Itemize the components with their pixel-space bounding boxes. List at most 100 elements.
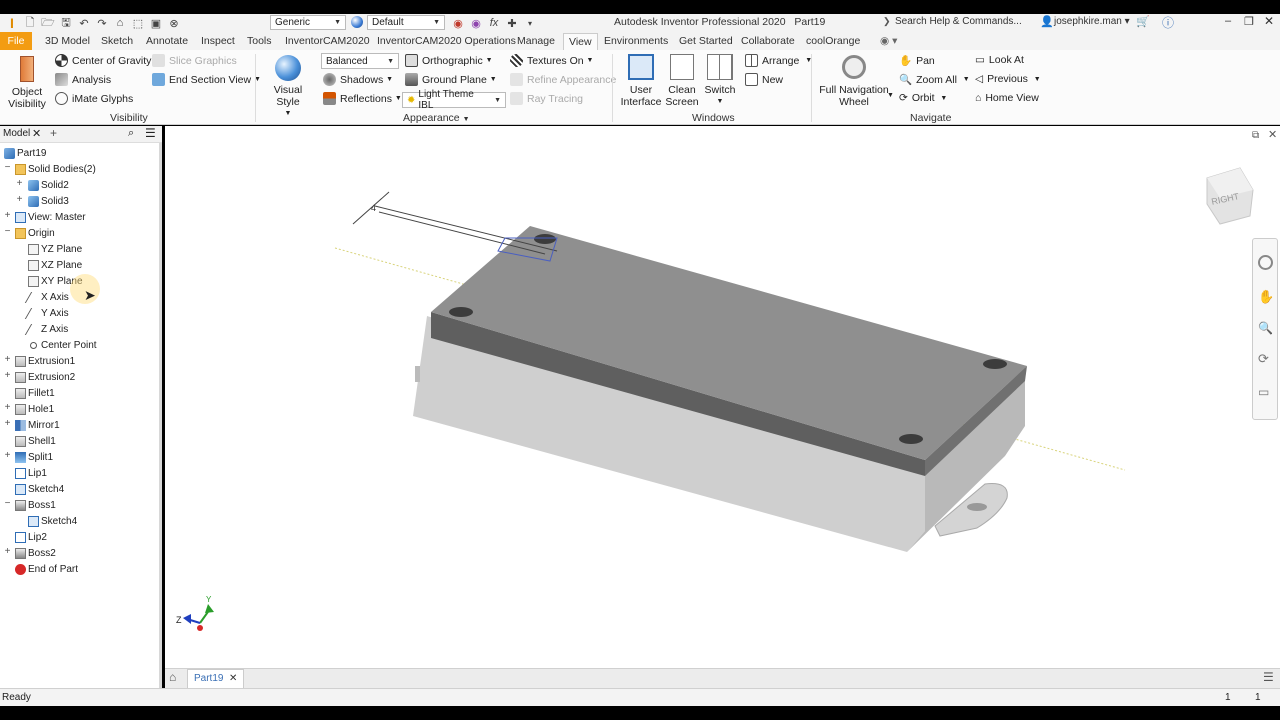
- maximize-viewport-icon[interactable]: ⧉: [1252, 130, 1259, 141]
- arrange-button[interactable]: Arrange ▼: [745, 54, 812, 67]
- clean-screen-button[interactable]: Clean Screen: [664, 54, 700, 108]
- collapse-icon[interactable]: −: [3, 162, 12, 173]
- object-visibility-button[interactable]: Object Visibility: [6, 56, 48, 110]
- ground-plane-button[interactable]: Ground Plane ▼: [405, 73, 497, 86]
- look-at-button[interactable]: ▭ Look At: [975, 54, 1024, 66]
- tab-annotate[interactable]: Annotate: [146, 35, 188, 47]
- model-canvas[interactable]: 4 Y Z RIGHT ⧉ ✕: [165, 126, 1280, 668]
- tab-manage[interactable]: Manage: [517, 35, 555, 47]
- tree-node[interactable]: Solid Bodies(2): [15, 162, 96, 176]
- plus-icon[interactable]: ✚: [504, 16, 520, 30]
- expand-icon[interactable]: +: [3, 354, 12, 365]
- tree-node[interactable]: Solid2: [28, 178, 69, 192]
- customize-icon[interactable]: ▾: [522, 16, 538, 30]
- textures-on-button[interactable]: Textures On ▼: [510, 54, 593, 67]
- tree-node[interactable]: Extrusion1: [15, 354, 75, 368]
- menu-icon[interactable]: ☰: [145, 126, 156, 140]
- zoom-all-button[interactable]: 🔍 Zoom All ▼: [899, 73, 970, 87]
- graphics-viewport[interactable]: 4 Y Z RIGHT ⧉ ✕ ✋ 🔍 ⟳ ▭: [165, 126, 1280, 668]
- expand-icon[interactable]: +: [3, 210, 12, 221]
- expand-icon[interactable]: +: [3, 546, 12, 557]
- tree-node[interactable]: Extrusion2: [15, 370, 75, 384]
- update-icon[interactable]: ▣: [148, 16, 164, 30]
- ribbon-options-icon[interactable]: ◉ ▾: [880, 35, 897, 47]
- tree-node[interactable]: Center Point: [28, 338, 97, 352]
- close-viewport-icon[interactable]: ✕: [1268, 129, 1277, 141]
- search-icon[interactable]: ⌕: [128, 127, 134, 140]
- minimize-icon[interactable]: –: [1225, 15, 1231, 27]
- tree-node[interactable]: Origin: [15, 226, 55, 240]
- user-menu[interactable]: josephkire.man ▾: [1054, 16, 1130, 27]
- tree-node[interactable]: YZ Plane: [28, 242, 82, 256]
- browser-tab-model[interactable]: Model: [3, 128, 30, 139]
- tree-node[interactable]: X Axis: [24, 290, 69, 304]
- search-input[interactable]: Search Help & Commands...: [893, 15, 1035, 30]
- tree-node[interactable]: Part19: [4, 146, 46, 160]
- appearance-panel-title[interactable]: Appearance ▼: [403, 112, 470, 124]
- tree-node[interactable]: Lip2: [15, 530, 47, 544]
- tab-environments[interactable]: Environments: [604, 35, 668, 47]
- help-icon[interactable]: ⓘ: [1162, 14, 1174, 31]
- pan-hand-icon[interactable]: ✋: [1258, 289, 1274, 305]
- tab-part19[interactable]: Part19 ✕: [187, 669, 245, 688]
- expand-icon[interactable]: +: [3, 402, 12, 413]
- clear-override-icon[interactable]: ◉: [468, 16, 484, 30]
- ray-tracing-button[interactable]: Ray Tracing: [510, 92, 583, 105]
- new-icon[interactable]: 🗋: [22, 16, 38, 30]
- tree-node[interactable]: Sketch4: [28, 514, 77, 528]
- viewcube[interactable]: RIGHT: [1206, 167, 1254, 225]
- zoom-icon[interactable]: 🔍: [1258, 321, 1273, 335]
- visual-style-button[interactable]: Visual Style ▼: [262, 55, 314, 120]
- collapse-icon[interactable]: −: [3, 498, 12, 509]
- tree-node[interactable]: Hole1: [15, 402, 54, 416]
- look-at-icon[interactable]: ▭: [1258, 385, 1269, 399]
- lighting-style-combo[interactable]: ✹ Light Theme IBL ▼: [402, 89, 506, 111]
- orthographic-button[interactable]: Orthographic ▼: [405, 54, 493, 67]
- add-tab-icon[interactable]: +: [50, 126, 57, 140]
- previous-view-button[interactable]: ◁ Previous ▼: [975, 73, 1041, 85]
- restore-icon[interactable]: ❐: [1244, 15, 1254, 28]
- redo-icon[interactable]: ↷: [94, 16, 110, 30]
- tree-node[interactable]: Sketch4: [15, 482, 64, 496]
- center-of-gravity-button[interactable]: Center of Gravity: [55, 54, 151, 67]
- home-view-button[interactable]: ⌂ Home View: [975, 92, 1039, 104]
- cart-icon[interactable]: 🛒: [1136, 15, 1150, 28]
- tree-node[interactable]: Lip1: [15, 466, 47, 480]
- steering-wheel-icon[interactable]: [1258, 255, 1273, 270]
- tree-node[interactable]: Fillet1: [15, 386, 55, 400]
- orbit-button[interactable]: ⟳ Orbit ▼: [899, 92, 947, 104]
- tree-node[interactable]: Shell1: [15, 434, 56, 448]
- close-icon[interactable]: ✕: [32, 127, 41, 140]
- collapse-icon[interactable]: −: [3, 226, 12, 237]
- tree-node[interactable]: View: Master: [15, 210, 86, 224]
- tab-inventorcam2020-operations[interactable]: InventorCAM2020 Operations: [377, 35, 516, 47]
- select-icon[interactable]: ⬚: [130, 16, 146, 30]
- tab-view[interactable]: View: [563, 33, 598, 50]
- tree-node[interactable]: Mirror1: [15, 418, 60, 432]
- switch-button[interactable]: Switch ▼: [703, 54, 737, 108]
- end-section-view-button[interactable]: End Section View ▼: [152, 73, 261, 86]
- tab-inspect[interactable]: Inspect: [201, 35, 235, 47]
- tree-node[interactable]: Boss2: [15, 546, 56, 560]
- slice-graphics-button[interactable]: Slice Graphics: [152, 54, 237, 67]
- imate-glyphs-button[interactable]: iMate Glyphs: [55, 92, 133, 105]
- tree-node[interactable]: Z Axis: [24, 322, 68, 336]
- shadows-button[interactable]: Shadows ▼: [323, 73, 393, 86]
- tab-file[interactable]: File: [0, 32, 32, 50]
- close-icon[interactable]: ✕: [1264, 14, 1274, 28]
- tree-node[interactable]: End of Part: [15, 562, 78, 576]
- tree-node[interactable]: Boss1: [15, 498, 56, 512]
- home-icon[interactable]: ⌂: [112, 16, 128, 30]
- material-combo[interactable]: Generic ▼: [270, 15, 346, 30]
- new-window-button[interactable]: New: [745, 73, 783, 86]
- open-icon[interactable]: 🗁: [40, 16, 56, 30]
- appearance-combo[interactable]: Default ▼: [367, 15, 445, 30]
- tab-tools[interactable]: Tools: [247, 35, 272, 47]
- tab-coolorange[interactable]: coolOrange: [806, 35, 860, 47]
- balanced-combo[interactable]: Balanced ▼: [321, 53, 399, 69]
- fx-icon[interactable]: fx: [486, 16, 502, 30]
- undo-icon[interactable]: ↶: [76, 16, 92, 30]
- tree-node[interactable]: Solid3: [28, 194, 69, 208]
- tree-node[interactable]: Y Axis: [24, 306, 69, 320]
- material-icon[interactable]: ⊗: [166, 16, 182, 30]
